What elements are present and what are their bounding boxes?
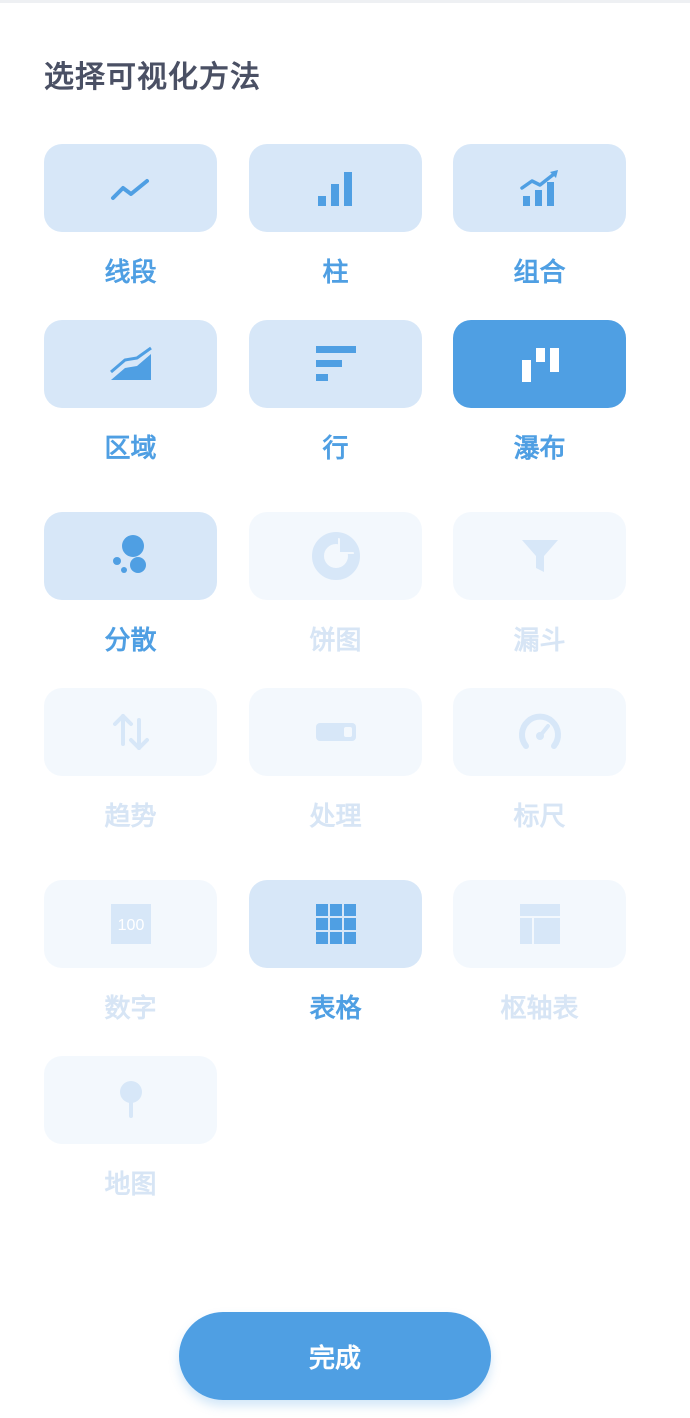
option-map-label: 地图 — [104, 1170, 157, 1200]
table-icon — [315, 904, 356, 944]
option-table-label: 表格 — [309, 994, 362, 1024]
page-title: 选择可视化方法 — [44, 60, 261, 95]
option-line-tile[interactable] — [44, 144, 217, 232]
option-area-label: 区域 — [104, 434, 157, 464]
option-waterfall-label: 瀑布 — [513, 434, 566, 464]
scatter-chart-icon — [112, 535, 146, 573]
waterfall-chart-icon — [521, 348, 559, 382]
option-number-label: 数字 — [104, 994, 157, 1024]
option-map-tile[interactable] — [44, 1056, 217, 1144]
top-divider — [0, 0, 690, 3]
option-pivot-tile[interactable] — [453, 880, 626, 968]
map-pin-icon — [119, 1081, 142, 1118]
option-trend-label: 趋势 — [104, 802, 157, 832]
option-row-label: 行 — [322, 434, 349, 464]
option-progress-label: 处理 — [309, 802, 362, 832]
option-row-tile[interactable] — [249, 320, 422, 408]
option-gauge-label: 标尺 — [513, 802, 566, 832]
option-line-label: 线段 — [104, 258, 157, 288]
pie-chart-icon — [311, 532, 360, 580]
option-combo-tile[interactable] — [453, 144, 626, 232]
option-scatter-label: 分散 — [104, 626, 157, 656]
option-pie-tile[interactable] — [249, 512, 422, 600]
bar-chart-icon — [317, 172, 352, 206]
option-scatter-tile[interactable] — [44, 512, 217, 600]
line-chart-icon — [110, 179, 149, 200]
number-icon: 100 — [110, 904, 151, 944]
trend-arrows-icon — [112, 714, 149, 750]
option-funnel-label: 漏斗 — [513, 626, 566, 656]
option-area-tile[interactable] — [44, 320, 217, 408]
option-combo-label: 组合 — [513, 258, 566, 288]
progress-bar-icon — [315, 723, 356, 741]
option-progress-tile[interactable] — [249, 688, 422, 776]
option-pivot-label: 枢轴表 — [500, 994, 579, 1024]
option-bar-label: 柱 — [322, 258, 349, 288]
funnel-icon — [521, 540, 558, 572]
option-funnel-tile[interactable] — [453, 512, 626, 600]
area-chart-icon — [109, 346, 152, 380]
row-chart-icon — [315, 346, 356, 381]
number-icon-text: 100 — [117, 917, 144, 934]
done-button[interactable]: 完成 — [179, 1312, 491, 1400]
pivot-table-icon — [519, 904, 560, 944]
option-pie-label: 饼图 — [309, 626, 362, 656]
combo-chart-icon — [519, 170, 558, 206]
option-table-tile[interactable] — [249, 880, 422, 968]
option-waterfall-tile[interactable] — [453, 320, 626, 408]
option-trend-tile[interactable] — [44, 688, 217, 776]
gauge-icon — [518, 713, 561, 749]
option-bar-tile[interactable] — [249, 144, 422, 232]
option-gauge-tile[interactable] — [453, 688, 626, 776]
option-number-tile[interactable]: 100 — [44, 880, 217, 968]
